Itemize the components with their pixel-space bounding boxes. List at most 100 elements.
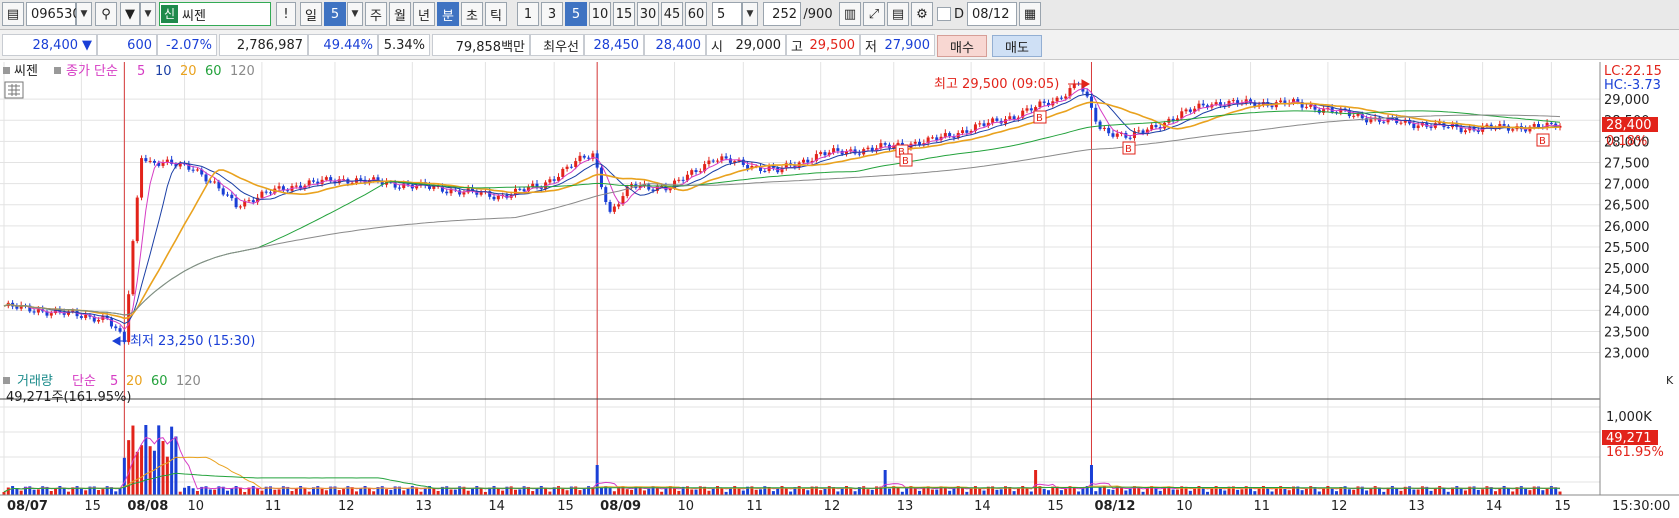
period-monthly-tab[interactable]: 월 xyxy=(389,2,411,26)
custom-interval-select[interactable]: 5 xyxy=(712,2,742,26)
volume-bar xyxy=(294,488,298,495)
interval-60-button[interactable]: 60 xyxy=(685,2,707,26)
period-yearly-tab[interactable]: 년 xyxy=(413,2,435,26)
candle-body xyxy=(728,158,732,163)
volume-bar xyxy=(79,488,83,495)
candle-body xyxy=(1025,108,1029,111)
speaker-dropdown-button[interactable]: ▼ xyxy=(140,2,156,26)
interval-1-button[interactable]: 1 xyxy=(517,2,539,26)
calendar-icon[interactable]: ▦ xyxy=(1019,2,1041,26)
candle-body xyxy=(260,191,264,198)
candle-style-icon[interactable]: ▥ xyxy=(839,2,861,26)
period-second-tab[interactable]: 초 xyxy=(461,2,483,26)
candlestick-chart[interactable]: 29,00028,50028,00027,50027,00026,50026,0… xyxy=(0,62,1679,515)
volume-bar xyxy=(1111,489,1115,495)
crosshair-icon[interactable]: ⤢ xyxy=(863,2,885,26)
volume-bar xyxy=(1154,488,1158,495)
interval-30-button[interactable]: 30 xyxy=(637,2,659,26)
legend-ma-label: 종가 단순 xyxy=(66,64,118,79)
volume-bar xyxy=(776,488,780,495)
candle-body xyxy=(449,189,453,194)
candle-body xyxy=(1059,97,1063,99)
candle-body xyxy=(251,200,255,203)
y-axis-tick-label: 26,500 xyxy=(1604,199,1650,214)
volume-bar xyxy=(819,490,823,495)
chart-area[interactable]: 29,00028,50028,00027,50027,00026,50026,0… xyxy=(0,62,1679,515)
menu-icon[interactable]: ▤ xyxy=(2,2,24,26)
date-checkbox[interactable] xyxy=(937,7,951,21)
interval-10-button[interactable]: 10 xyxy=(589,2,611,26)
date-input[interactable]: 08/12 xyxy=(967,2,1017,26)
stock-code-input[interactable]: 096530 xyxy=(26,2,81,26)
code-dropdown-button[interactable]: ▼ xyxy=(76,2,92,26)
period-weekly-tab[interactable]: 주 xyxy=(365,2,387,26)
bar-count-input[interactable]: 252 xyxy=(763,2,801,26)
volume-bar xyxy=(191,488,195,495)
volume-bar xyxy=(514,489,518,495)
interval-3-button[interactable]: 3 xyxy=(541,2,563,26)
volume-bar xyxy=(122,457,126,495)
candle-body xyxy=(857,153,861,155)
period-minute-tab[interactable]: 분 xyxy=(437,2,459,26)
volume-bar xyxy=(118,487,122,495)
candle-body xyxy=(286,190,290,192)
interval-15-button[interactable]: 15 xyxy=(613,2,635,26)
volume-bar xyxy=(1175,489,1179,495)
candle-body xyxy=(84,314,88,318)
candle-body xyxy=(221,188,225,195)
signal-marker: B xyxy=(899,153,913,167)
candle-body xyxy=(234,198,238,208)
volume-bar xyxy=(256,488,260,495)
candle-body xyxy=(819,152,823,155)
legend-square-icon xyxy=(54,67,61,74)
volume-bar xyxy=(1171,489,1175,495)
search-icon[interactable]: ⚲ xyxy=(95,2,117,26)
volume-bar xyxy=(870,489,874,495)
volume-bar xyxy=(754,489,758,495)
current-price: 28,400 ▼ xyxy=(2,34,97,56)
x-axis-hour-label: 14 xyxy=(488,499,505,514)
speaker-icon[interactable]: ▼ xyxy=(120,2,140,26)
volume-title: 거래량 xyxy=(17,374,53,389)
candle-body xyxy=(140,158,144,198)
volume-bar xyxy=(389,489,393,495)
volume-bar xyxy=(720,487,724,495)
candle-body xyxy=(1446,127,1450,129)
sell-button[interactable]: 매도 xyxy=(992,35,1042,57)
settings-icon[interactable]: ⚙ xyxy=(911,2,933,26)
volume-bar xyxy=(561,488,565,495)
legend-ma120: 120 xyxy=(230,64,255,79)
volume-bar xyxy=(961,487,965,495)
custom-interval-dropdown-button[interactable]: ▼ xyxy=(742,2,758,26)
candle-body xyxy=(135,197,139,242)
x-axis-hour-label: 11 xyxy=(265,499,282,514)
period-dropdown-button[interactable]: ▼ xyxy=(347,2,363,26)
period-n-day-select[interactable]: 5 xyxy=(324,2,346,26)
candle-body xyxy=(913,141,917,144)
candle-body xyxy=(961,130,965,133)
interval-5-button[interactable]: 5 xyxy=(565,2,587,26)
volume-bar xyxy=(367,488,371,495)
volume-ma60: 60 xyxy=(151,374,168,389)
alert-button[interactable]: ! xyxy=(276,2,296,26)
volume-bar xyxy=(599,487,603,495)
period-tick-tab[interactable]: 틱 xyxy=(485,2,507,26)
x-axis-hour-label: 15 xyxy=(84,499,101,514)
volume-bar xyxy=(501,490,505,495)
volume-bar xyxy=(1223,490,1227,495)
legend-ma10: 10 xyxy=(155,64,172,79)
interval-45-button[interactable]: 45 xyxy=(661,2,683,26)
volume-bar xyxy=(152,450,156,495)
period-daily-tab[interactable]: 일 xyxy=(300,2,322,26)
candle-body xyxy=(582,155,586,158)
y-axis-tick-label: 24,500 xyxy=(1604,283,1650,298)
volume-bar xyxy=(1201,487,1205,495)
buy-button[interactable]: 매수 xyxy=(937,35,987,57)
svg-text:B: B xyxy=(1539,136,1546,147)
svg-text:B: B xyxy=(1125,144,1132,155)
stock-name-field[interactable]: 신 씨젠 xyxy=(159,2,271,26)
candle-body xyxy=(79,316,83,318)
candle-body xyxy=(1399,122,1403,124)
save-icon[interactable]: ▤ xyxy=(887,2,909,26)
candle-body xyxy=(1369,119,1373,123)
